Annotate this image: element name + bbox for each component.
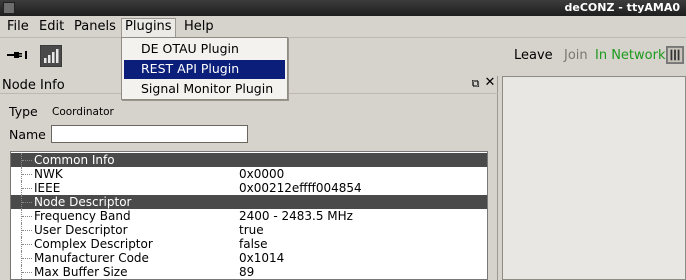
leave-button[interactable]: Leave: [514, 48, 553, 63]
network-status: In Network: [595, 48, 666, 63]
title-bar: deCONZ - ttyAMA0: [0, 0, 686, 16]
property-value: 0x0000: [239, 167, 285, 181]
window-title: deCONZ - ttyAMA0: [564, 1, 680, 14]
property-value: 89: [239, 265, 255, 279]
property-value: false: [239, 237, 268, 251]
menu-panels[interactable]: Panels: [71, 19, 119, 36]
tree-branch-line: [21, 223, 35, 237]
property-key: Max Buffer Size: [34, 265, 128, 279]
section-title: Node Descriptor: [34, 195, 132, 209]
connection-plug-icon[interactable]: [6, 48, 30, 62]
window-menu-icon[interactable]: [3, 2, 15, 14]
name-label: Name: [9, 127, 46, 142]
network-view-pane[interactable]: [502, 76, 686, 280]
join-button[interactable]: Join: [564, 48, 588, 63]
plugins-dropdown: DE OTAU Plugin REST API Plugin Signal Mo…: [121, 37, 288, 100]
property-key: NWK: [34, 167, 63, 181]
property-key: Complex Descriptor: [34, 237, 153, 251]
tree-row[interactable]: User Descriptor true: [11, 223, 487, 237]
tree-row[interactable]: NWK 0x0000: [11, 167, 487, 181]
network-grid-icon[interactable]: [666, 46, 684, 64]
tree-section-row[interactable]: Common Info: [11, 153, 487, 167]
menu-item-signal-monitor-plugin[interactable]: Signal Monitor Plugin: [124, 80, 285, 99]
tree-row[interactable]: Complex Descriptor false: [11, 237, 487, 251]
menu-item-rest-api-plugin[interactable]: REST API Plugin: [124, 60, 285, 79]
menu-bar: File Edit Panels Plugins Help: [0, 16, 686, 38]
property-value: 0x1014: [239, 251, 285, 265]
tree-branch-line: [21, 153, 35, 167]
tree-row[interactable]: Manufacturer Code 0x1014: [11, 251, 487, 265]
menu-item-de-otau-plugin[interactable]: DE OTAU Plugin: [124, 40, 285, 59]
tree-branch-line: [21, 237, 35, 251]
property-key: User Descriptor: [34, 223, 128, 237]
node-info-tree[interactable]: Common Info NWK 0x0000 IEEE 0x00212effff0048…: [10, 151, 488, 280]
type-value: Coordinator: [52, 106, 114, 118]
property-value: 2400 - 2483.5 MHz: [239, 209, 353, 223]
property-key: IEEE: [34, 181, 61, 195]
menu-edit[interactable]: Edit: [36, 19, 67, 36]
tree-branch-line: [21, 209, 35, 223]
close-panel-icon[interactable]: ✕: [484, 76, 496, 89]
tree-branch-line: [21, 167, 35, 181]
menu-file[interactable]: File: [4, 19, 32, 36]
tree-section-row[interactable]: Node Descriptor: [11, 195, 487, 209]
tree-branch-line: [21, 265, 35, 279]
tree-row[interactable]: IEEE 0x00212effff004854: [11, 181, 487, 195]
panel-title: Node Info: [2, 78, 65, 93]
property-value: true: [239, 223, 264, 237]
tree-row[interactable]: Frequency Band 2400 - 2483.5 MHz: [11, 209, 487, 223]
tree-branch-line: [21, 181, 35, 195]
menu-help[interactable]: Help: [181, 19, 217, 36]
float-panel-icon[interactable]: ⧉: [470, 78, 481, 89]
tree-branch-line: [21, 195, 35, 209]
tree-row[interactable]: Max Buffer Size 89: [11, 265, 487, 279]
tree-branch-line: [21, 251, 35, 265]
section-title: Common Info: [34, 153, 115, 167]
menu-plugins[interactable]: Plugins: [121, 18, 176, 37]
property-key: Manufacturer Code: [34, 251, 149, 265]
property-key: Frequency Band: [34, 209, 131, 223]
property-value: 0x00212effff004854: [239, 181, 362, 195]
signal-bars-icon[interactable]: [40, 45, 62, 67]
type-label: Type: [9, 104, 38, 119]
name-input[interactable]: [51, 125, 248, 143]
